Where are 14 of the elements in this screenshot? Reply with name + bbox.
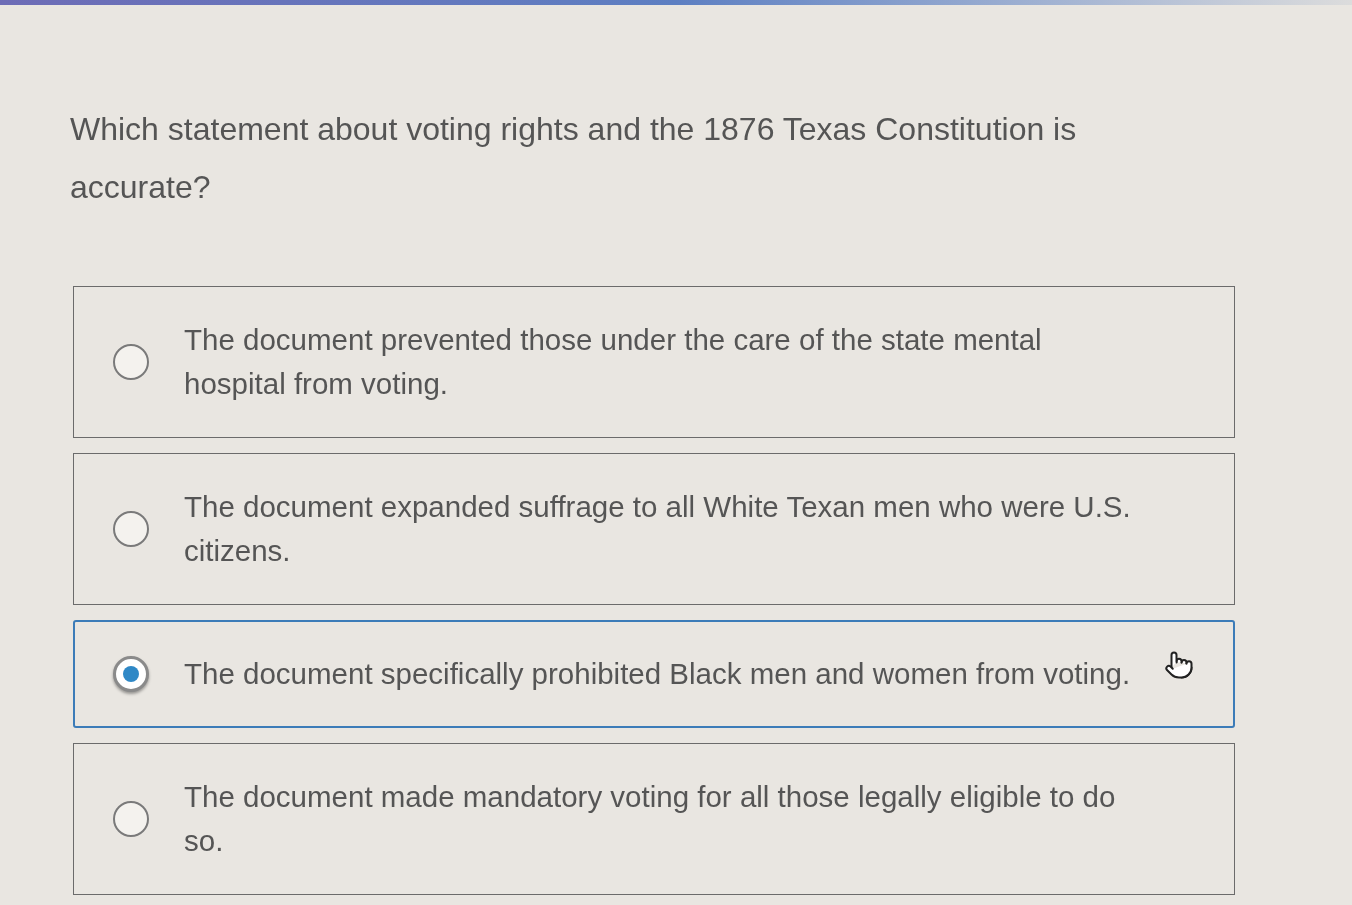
- answer-option[interactable]: The document made mandatory voting for all those legally eligible to do so.: [73, 743, 1235, 895]
- option-text: The document specifically prohibited Black men and women from voting.: [184, 656, 1132, 692]
- question-text: Which statement about voting rights and the 1876 Texas Constitution is accurate?: [70, 110, 1078, 207]
- radio-button[interactable]: [113, 801, 149, 837]
- option-text: The document made mandatory voting for all those legally eligible to do so.: [184, 779, 1117, 859]
- answer-option[interactable]: The document prevented those under the care of the state mental hospital from voting.: [73, 286, 1235, 438]
- radio-button[interactable]: [113, 344, 149, 380]
- option-text: The document expanded suffrage to all White Texan men who were U.S. citizens.: [184, 489, 1132, 569]
- radio-button[interactable]: [113, 511, 149, 547]
- hand-cursor-icon: [1164, 650, 1194, 680]
- radio-button[interactable]: [113, 656, 149, 692]
- answer-option[interactable]: The document specifically prohibited Black men and women from voting.: [73, 620, 1235, 728]
- answer-option[interactable]: The document expanded suffrage to all White Texan men who were U.S. citizens.: [73, 453, 1235, 605]
- option-text: The document prevented those under the care of the state mental hospital from voting.: [184, 322, 1043, 402]
